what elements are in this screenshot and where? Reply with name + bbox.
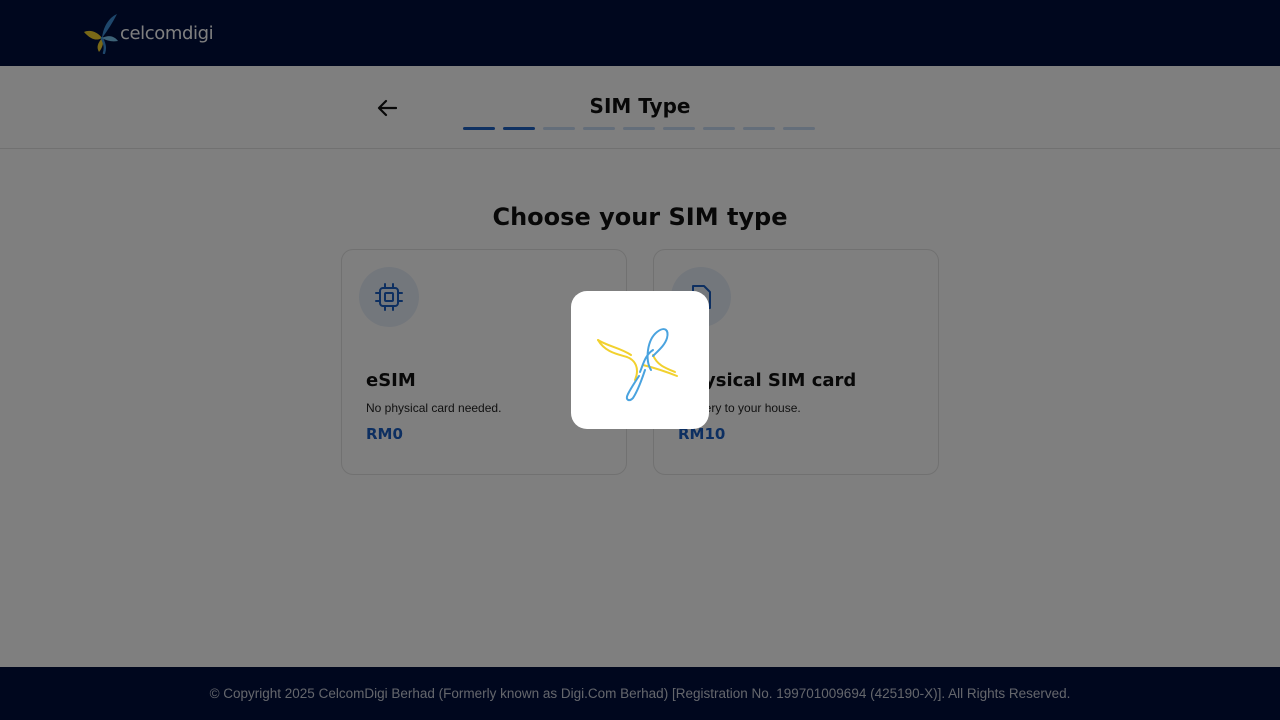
loading-spinner xyxy=(571,291,709,429)
loading-overlay xyxy=(0,0,1280,720)
butterfly-loading-icon xyxy=(597,328,678,402)
